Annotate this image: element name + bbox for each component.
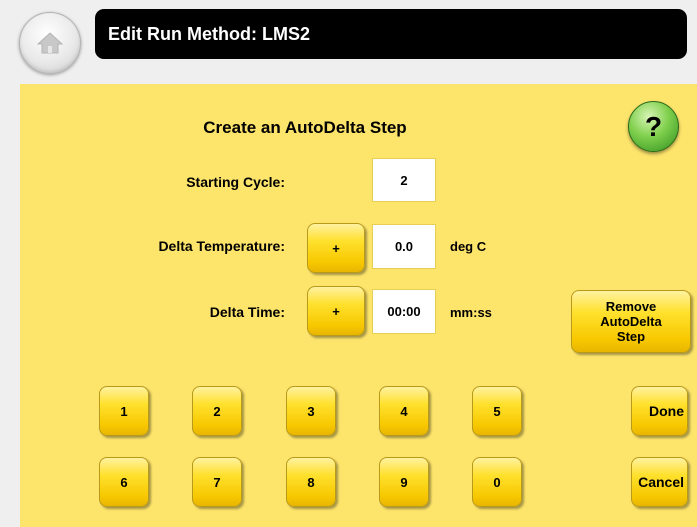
page-title: Edit Run Method: LMS2: [108, 23, 310, 44]
keypad-4-button[interactable]: 4: [379, 386, 429, 436]
delta-time-unit: mm:ss: [450, 305, 492, 320]
remove-autodelta-step-button[interactable]: Remove AutoDelta Step: [571, 290, 691, 353]
keypad-8-button[interactable]: 8: [286, 457, 336, 507]
help-icon: ?: [644, 110, 663, 142]
done-button[interactable]: Done: [631, 386, 688, 436]
keypad-2-button[interactable]: 2: [192, 386, 242, 436]
delta-time-sign-button[interactable]: +: [307, 286, 365, 336]
keypad-9-button[interactable]: 9: [379, 457, 429, 507]
delta-temperature-unit: deg C: [450, 239, 487, 254]
starting-cycle-field[interactable]: 2: [372, 158, 436, 202]
home-button[interactable]: [19, 12, 81, 74]
keypad-1-button[interactable]: 1: [99, 386, 149, 436]
keypad-6-button[interactable]: 6: [99, 457, 149, 507]
keypad-7-button[interactable]: 7: [192, 457, 242, 507]
home-icon: [37, 32, 63, 54]
cancel-button[interactable]: Cancel: [631, 457, 688, 507]
title-bar: Edit Run Method: LMS2: [95, 9, 687, 59]
section-heading: Create an AutoDelta Step: [203, 118, 407, 137]
help-button[interactable]: ?: [628, 101, 679, 152]
keypad-3-button[interactable]: 3: [286, 386, 336, 436]
starting-cycle-label: Starting Cycle:: [186, 174, 285, 190]
delta-time-label: Delta Time:: [209, 304, 285, 320]
delta-temperature-sign-button[interactable]: +: [307, 223, 365, 273]
keypad-0-button[interactable]: 0: [472, 457, 522, 507]
delta-temperature-label: Delta Temperature:: [158, 238, 285, 254]
delta-time-field[interactable]: 00:00: [372, 289, 436, 334]
keypad-5-button[interactable]: 5: [472, 386, 522, 436]
delta-temperature-field[interactable]: 0.0: [372, 224, 436, 269]
